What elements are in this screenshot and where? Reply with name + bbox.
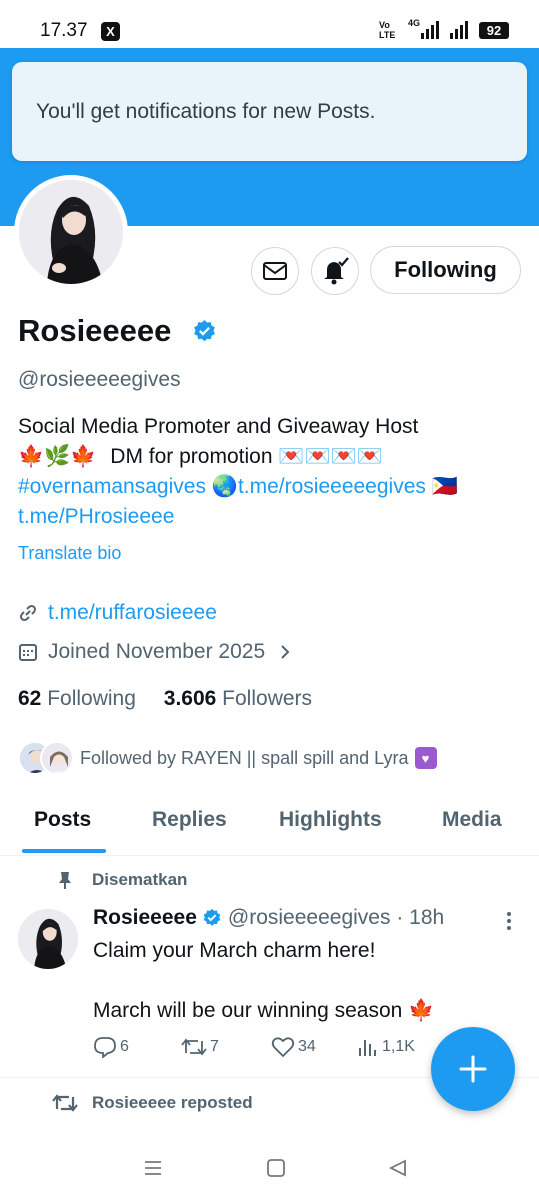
maple-leaf-emoji: 🍁 <box>408 999 435 1022</box>
pinned-indicator: Disematkan <box>56 870 187 890</box>
message-button[interactable] <box>251 247 299 295</box>
volte-top: Vo <box>379 20 390 30</box>
profile-bio: Social Media Promoter and Giveaway Host … <box>18 412 528 532</box>
bio-telegram-link-2[interactable]: t.me/PHrosieeee <box>18 502 528 532</box>
mail-icon <box>263 262 287 280</box>
followers-label: Followers <box>222 687 313 710</box>
tweet-author-name[interactable]: Rosieeeee <box>93 906 197 930</box>
reply-button[interactable]: 6 <box>93 1036 129 1058</box>
home-icon[interactable] <box>266 1158 286 1178</box>
tweet-header: Rosieeeee @rosieeeeegives · 18h <box>93 906 444 930</box>
back-icon[interactable] <box>388 1158 408 1178</box>
notification-toast[interactable]: You'll get notifications for new Posts. <box>12 62 527 161</box>
more-options-icon[interactable] <box>504 910 514 932</box>
reply-count: 6 <box>120 1038 129 1055</box>
like-count: 34 <box>298 1038 316 1055</box>
chevron-right-icon <box>281 645 290 659</box>
verified-badge-icon <box>203 908 221 926</box>
network-type: 4G <box>408 18 421 28</box>
plus-icon <box>459 1055 487 1083</box>
bio-telegram-link-1[interactable]: t.me/rosieeeeegives <box>238 475 426 498</box>
signal-icon-2 <box>450 21 468 39</box>
follow-counts: 62 Following 3.606 Followers <box>18 687 312 711</box>
x-app-icon: X <box>101 22 120 41</box>
tweet-line-1: Claim your March charm here! <box>93 939 376 962</box>
verified-badge-icon[interactable] <box>192 319 217 344</box>
bio-dm-text: DM for promotion <box>110 445 273 468</box>
profile-avatar[interactable] <box>14 175 128 289</box>
bio-line-2: 🍁🌿🍁 DM for promotion 💌💌💌💌 <box>18 442 528 472</box>
tab-posts[interactable]: Posts <box>34 808 91 832</box>
volte-bottom: LTE <box>379 30 396 40</box>
avatar-image <box>19 180 123 284</box>
repost-indicator: Rosieeeee reposted <box>52 1092 253 1114</box>
tab-media[interactable]: Media <box>442 808 502 832</box>
bio-line-1: Social Media Promoter and Giveaway Host <box>18 415 419 438</box>
tab-highlights[interactable]: Highlights <box>279 808 382 832</box>
website-row: t.me/ruffarosieeee <box>18 601 217 625</box>
bio-letter-emoji: 💌💌💌💌 <box>278 445 383 468</box>
calendar-icon <box>19 644 37 661</box>
compose-post-button[interactable] <box>431 1027 515 1111</box>
tweet-text[interactable]: Claim your March charm here! March will … <box>93 936 513 1026</box>
bio-globe-emoji: 🌏 <box>211 475 238 498</box>
system-nav-bar <box>0 1140 539 1200</box>
purple-heart-icon: ♥ <box>414 747 437 769</box>
website-link[interactable]: t.me/ruffarosieeee <box>48 601 217 625</box>
reply-icon <box>94 1037 116 1058</box>
pinned-label: Disematkan <box>92 870 188 889</box>
bio-line-3: #overnamansagives 🌏t.me/rosieeeeegives 🇵… <box>18 472 528 502</box>
joined-date: Joined November 2025 <box>48 640 266 663</box>
bell-check-icon <box>324 257 349 285</box>
tweet-author-avatar[interactable] <box>18 909 78 969</box>
tweet-line-2: March will be our winning season 🍁 <box>93 996 513 1026</box>
following-count: 62 <box>18 687 42 710</box>
view-count: 1,1K <box>382 1038 415 1055</box>
views-chart-icon <box>359 1040 376 1056</box>
notifications-button[interactable] <box>311 247 359 295</box>
following-button[interactable]: Following <box>370 246 521 294</box>
profile-handle: @rosieeeeegives <box>18 368 181 391</box>
bio-leaf-emoji: 🍁🌿🍁 <box>18 445 97 468</box>
repost-label: Rosieeeee reposted <box>92 1093 253 1112</box>
followers-count: 3.606 <box>163 687 217 710</box>
following-label: Following <box>47 687 136 710</box>
status-time: 17.37 <box>40 20 88 41</box>
followed-by-row[interactable]: Followed by RAYEN || spall spill and Lyr… <box>18 740 437 776</box>
link-icon <box>20 605 36 621</box>
pin-icon <box>59 872 71 889</box>
status-bar: 17.37 X Vo LTE 4G 92 <box>0 0 539 48</box>
profile-tabs: Posts Replies Highlights Media <box>0 798 539 856</box>
follower-avatar-2 <box>40 741 74 775</box>
followers-count-link[interactable]: 3.606 Followers <box>164 687 312 710</box>
followed-by-text: Followed by RAYEN || spall spill and Lyr… <box>80 747 409 768</box>
translate-bio-link[interactable]: Translate bio <box>18 543 121 564</box>
tweet-handle-time: @rosieeeeegives · 18h <box>227 906 445 929</box>
views-button[interactable]: 1,1K <box>357 1036 415 1058</box>
repost-icon <box>181 1038 207 1056</box>
joined-row[interactable]: Joined November 2025 <box>18 640 305 664</box>
repost-count: 7 <box>210 1038 219 1055</box>
recents-menu-icon[interactable] <box>143 1158 163 1178</box>
tab-replies[interactable]: Replies <box>152 808 227 832</box>
profile-name: Rosieeeee <box>18 313 172 348</box>
like-button[interactable]: 34 <box>271 1036 316 1058</box>
bio-hashtag-link[interactable]: #overnamansagives <box>18 475 206 498</box>
repost-button[interactable]: 7 <box>181 1036 219 1058</box>
toast-text: You'll get notifications for new Posts. <box>36 100 376 123</box>
battery-icon: 92 <box>479 22 509 39</box>
tweet-line-2-text: March will be our winning season <box>93 999 403 1022</box>
volte-icon: Vo LTE <box>379 20 395 40</box>
bio-flag-emoji: 🇵🇭 <box>431 475 458 498</box>
active-tab-indicator <box>22 849 106 853</box>
repost-icon <box>52 1094 78 1112</box>
signal-icon-1 <box>421 21 439 39</box>
following-count-link[interactable]: 62 Following <box>18 687 136 710</box>
heart-icon <box>271 1037 295 1058</box>
